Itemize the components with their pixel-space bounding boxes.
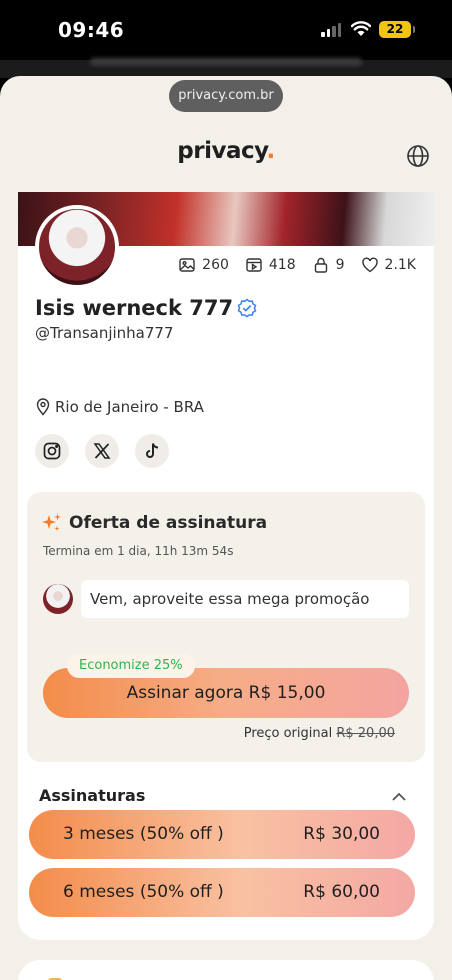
message-avatar	[43, 584, 73, 614]
site-header: privacy.	[0, 116, 452, 192]
offer-title: Oferta de assinatura	[41, 512, 267, 534]
tiktok-button[interactable]	[135, 434, 169, 468]
chevron-up-icon[interactable]	[390, 788, 408, 806]
original-price: Preço original R$ 20,00	[244, 726, 395, 741]
instagram-button[interactable]	[35, 434, 69, 468]
cellular-signal-icon	[321, 23, 341, 37]
profile-handle: @Transanjinha777	[35, 324, 174, 342]
video-icon	[246, 258, 262, 272]
subscriptions-title: Assinaturas	[39, 786, 146, 805]
lock-icon	[314, 257, 327, 273]
offer-countdown: Termina em 1 dia, 11h 13m 54s	[43, 544, 234, 558]
plan-price: R$ 30,00	[303, 824, 380, 844]
profile-location: Rio de Janeiro - BRA	[35, 398, 204, 416]
avatar[interactable]	[35, 205, 119, 289]
profile-stats: 260 418 9 2.1K	[178, 256, 416, 274]
status-time: 09:46	[58, 18, 125, 42]
x-button[interactable]	[85, 434, 119, 468]
profile-name: Isis werneck 777	[35, 296, 257, 320]
location-pin-icon	[36, 398, 50, 416]
stat-likes-value: 2.1K	[384, 257, 416, 273]
tiktok-icon	[146, 443, 159, 458]
stat-photos-value: 260	[202, 257, 229, 273]
sparkles-icon	[42, 513, 61, 531]
plan-label: 3 meses (50% off )	[63, 824, 224, 844]
plan-price: R$ 60,00	[303, 882, 380, 902]
plan-6-months-button[interactable]: 6 meses (50% off ) R$ 60,00	[29, 868, 415, 917]
browser-sheet: privacy.com.br privacy. 260 418 9 2.1K I…	[0, 76, 452, 980]
x-icon	[93, 443, 111, 459]
plan-label: 6 meses (50% off )	[63, 882, 224, 902]
instagram-icon	[43, 442, 61, 460]
image-icon	[179, 258, 195, 272]
logo-text: privacy	[177, 138, 267, 164]
offer-message-row: Vem, aproveite essa mega promoção	[43, 580, 409, 618]
discount-badge: Economize 25%	[67, 654, 195, 678]
offer-title-text: Oferta de assinatura	[69, 513, 268, 533]
stat-videos: 418	[245, 256, 296, 274]
profile-name-text: Isis werneck 777	[35, 296, 234, 320]
stat-locked: 9	[312, 256, 345, 274]
globe-icon[interactable]	[406, 144, 430, 168]
next-card	[18, 960, 434, 980]
logo-dot: .	[266, 138, 275, 164]
battery-icon: 22	[379, 21, 415, 38]
heart-icon	[361, 257, 378, 273]
profile-card: 260 418 9 2.1K Isis werneck 777 @Transan…	[18, 192, 434, 940]
status-bar: 09:46 22	[0, 0, 452, 60]
url-pill[interactable]: privacy.com.br	[169, 80, 283, 112]
stat-locked-value: 9	[335, 257, 345, 273]
original-price-label: Preço original	[243, 726, 333, 741]
location-text: Rio de Janeiro - BRA	[55, 398, 204, 416]
verified-badge-icon	[237, 298, 257, 318]
stat-photos: 260	[178, 256, 229, 274]
social-links	[35, 434, 169, 468]
plan-3-months-button[interactable]: 3 meses (50% off ) R$ 30,00	[29, 810, 415, 859]
offer-message: Vem, aproveite essa mega promoção	[81, 580, 409, 618]
stat-likes: 2.1K	[361, 256, 416, 274]
stat-videos-value: 418	[268, 257, 296, 273]
privacy-logo[interactable]: privacy.	[0, 138, 452, 164]
wifi-icon	[351, 21, 371, 36]
subscription-offer: Oferta de assinatura Termina em 1 dia, 1…	[27, 492, 425, 762]
original-price-value: R$ 20,00	[336, 726, 395, 741]
